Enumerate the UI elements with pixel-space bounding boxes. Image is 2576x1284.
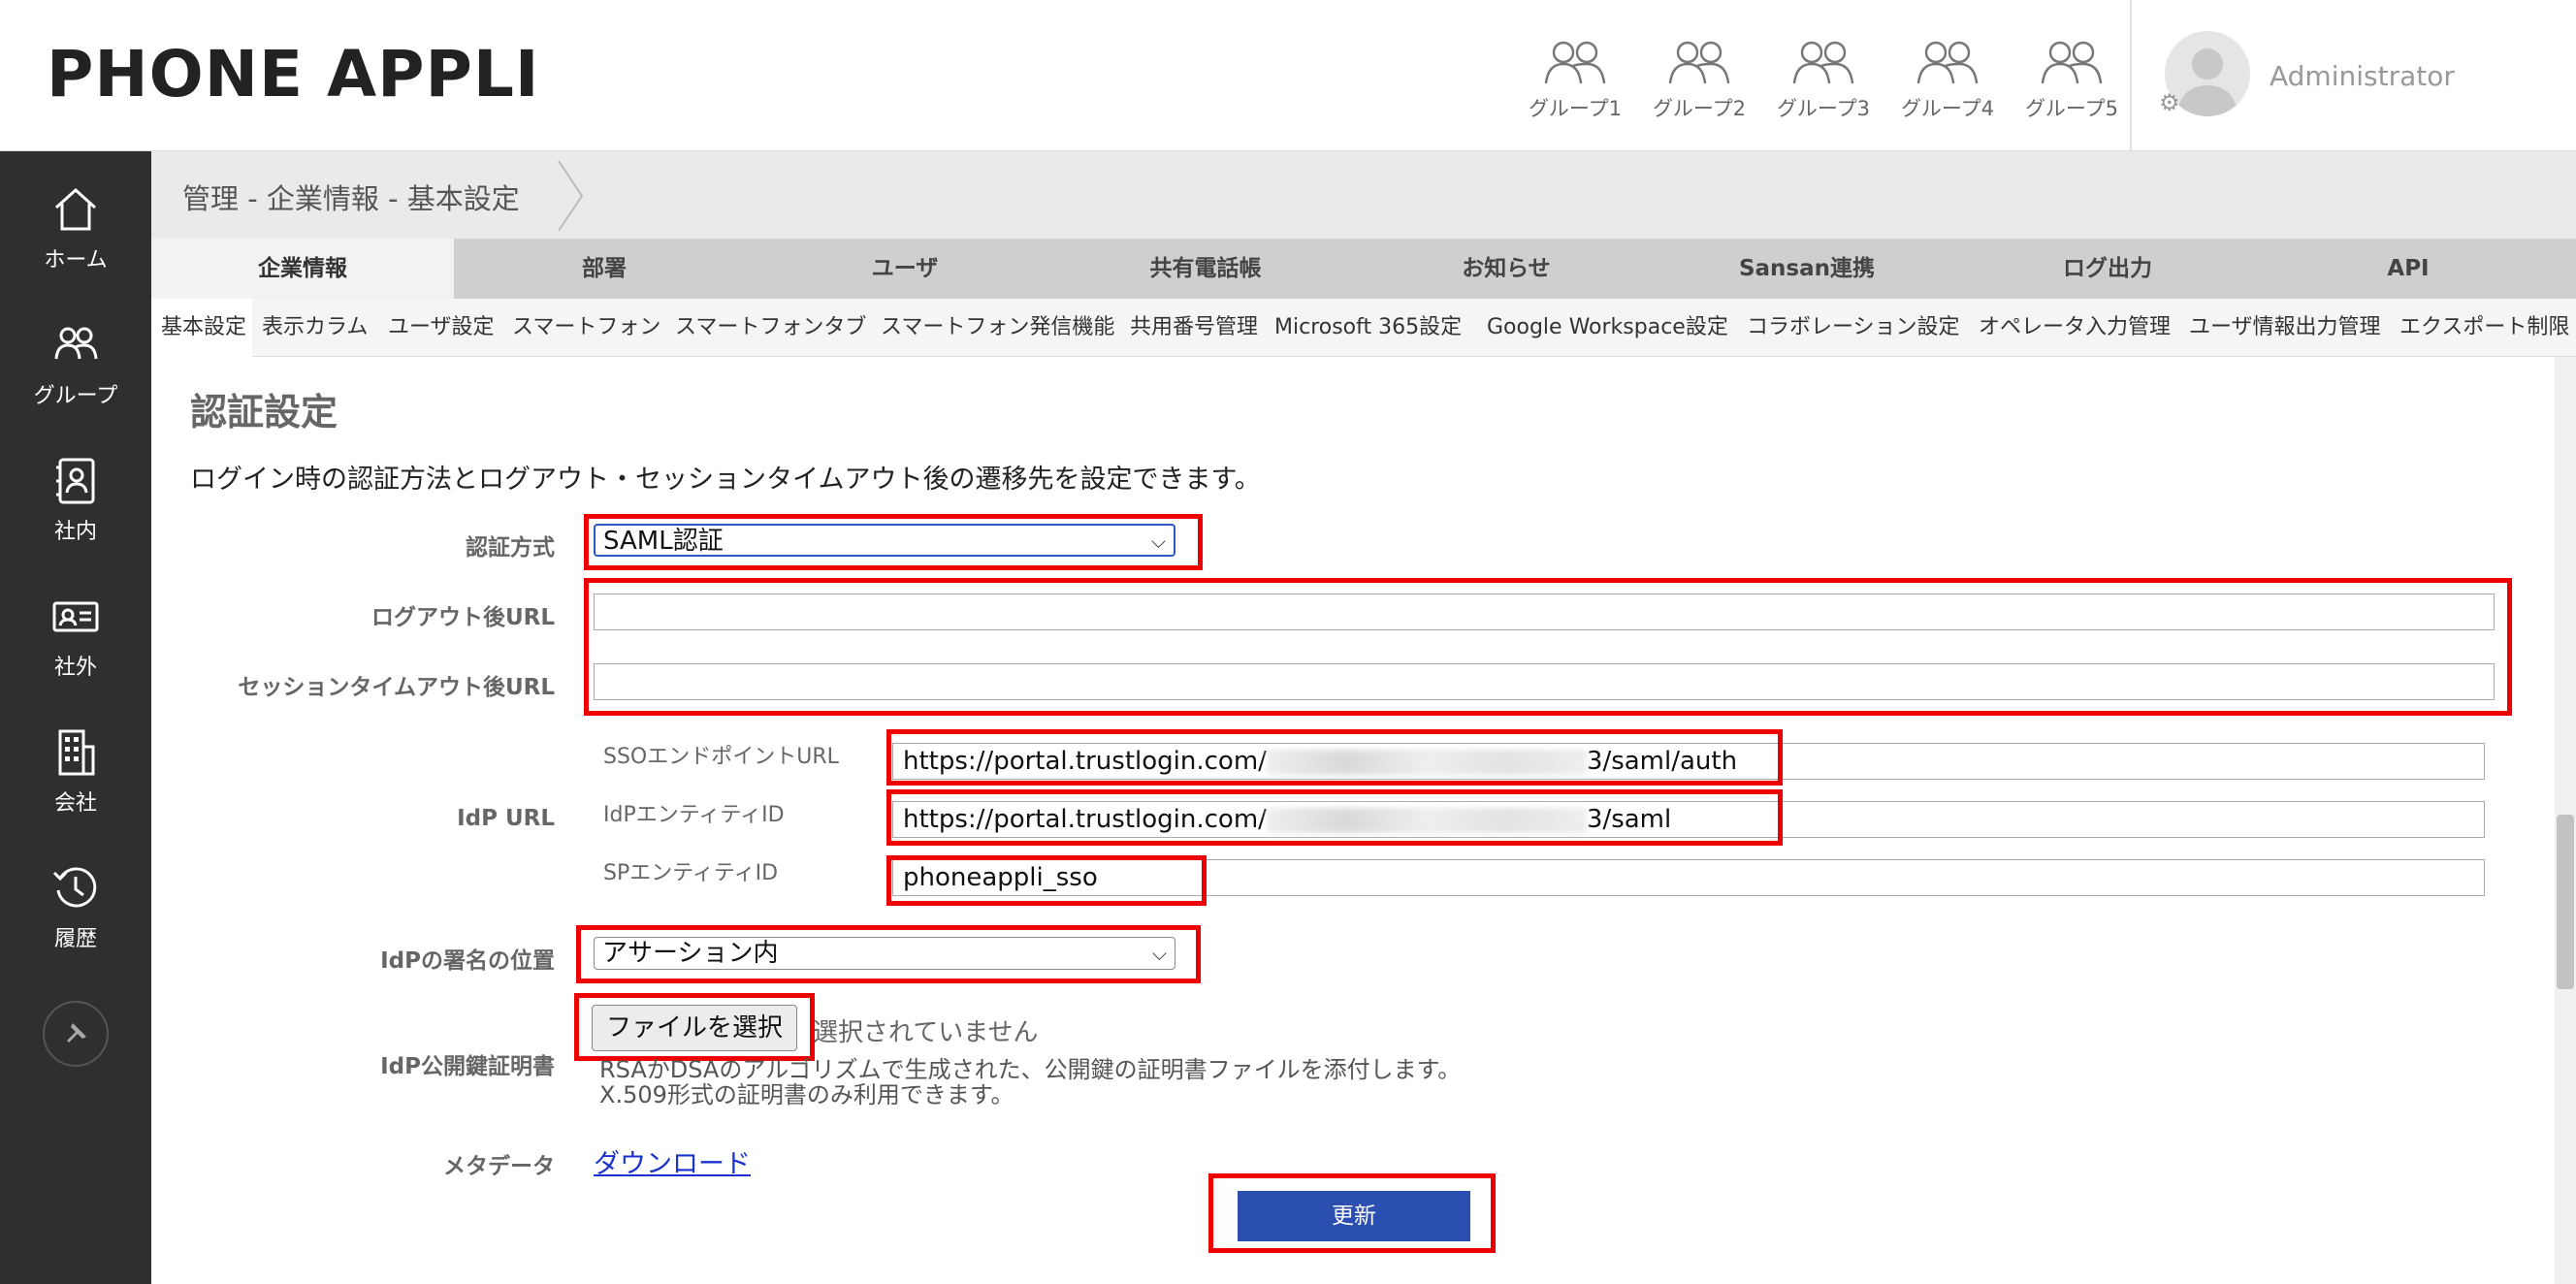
main-tabs: 企業情報 部署 ユーザ 共有電話帳 お知らせ Sansan連携 ログ出力 API	[151, 239, 2576, 299]
internal-contacts-icon	[56, 458, 95, 504]
breadcrumb-chevron-icon	[558, 160, 584, 232]
sp-entity-label: SPエンティティID	[603, 861, 779, 885]
group-shortcut-label: グループ4	[1900, 97, 1995, 120]
sidebar-item-external[interactable]: 社外	[0, 590, 151, 681]
group-shortcut-4[interactable]: グループ4	[1885, 37, 2010, 122]
subtab-smartphone-tab[interactable]: スマートフォンタブ	[675, 299, 866, 357]
group-icon	[1916, 41, 1979, 84]
user-name[interactable]: Administrator	[2270, 60, 2455, 92]
certificate-help: RSAかDSAのアルゴリズムで生成された、公開鍵の証明書ファイルを添付します。 …	[599, 1057, 1461, 1107]
tab-sansan[interactable]: Sansan連携	[1657, 239, 1957, 299]
idp-entity-label: IdPエンティティID	[603, 803, 785, 827]
subtab-export-restriction[interactable]: エクスポート制限	[2399, 299, 2569, 357]
signature-position-label: IdPの署名の位置	[380, 948, 555, 974]
app-logo[interactable]: PHONE APPLI	[47, 37, 539, 112]
sidebar-item-label: 社内	[53, 520, 97, 544]
highlight-box	[584, 514, 1203, 570]
group-icon	[2041, 41, 2103, 84]
group-shortcut-3[interactable]: グループ3	[1761, 37, 1885, 122]
pin-button[interactable]	[43, 1001, 109, 1067]
breadcrumb-bar: 管理 - 企業情報 - 基本設定	[151, 151, 2576, 239]
breadcrumb: 管理 - 企業情報 - 基本設定	[182, 182, 520, 215]
certificate-label: IdP公開鍵証明書	[380, 1054, 555, 1079]
highlight-box	[886, 855, 1207, 906]
external-contacts-icon	[52, 601, 99, 632]
tab-log-output[interactable]: ログ出力	[1957, 239, 2258, 299]
sidebar-item-label: 会社	[53, 791, 97, 816]
subtab-shared-numbers[interactable]: 共用番号管理	[1130, 299, 1258, 357]
tab-api[interactable]: API	[2258, 239, 2559, 299]
group-shortcut-2[interactable]: グループ2	[1637, 37, 1761, 122]
history-icon	[52, 867, 97, 908]
group-shortcut-5[interactable]: グループ5	[2010, 37, 2134, 122]
highlight-box	[886, 729, 1783, 786]
sidebar-item-label: グループ	[33, 384, 118, 408]
highlight-box	[886, 789, 1783, 846]
subtab-smartphone[interactable]: スマートフォン	[512, 299, 660, 357]
highlight-box	[584, 578, 2512, 716]
app-header: PHONE APPLI グループ1 グループ2 グループ3 グループ4 グループ…	[0, 0, 2576, 151]
logout-url-label: ログアウト後URL	[370, 605, 555, 630]
subtab-collaboration[interactable]: コラボレーション設定	[1747, 299, 1960, 357]
tab-shared-phonebook[interactable]: 共有電話帳	[1055, 239, 1356, 299]
highlight-box	[574, 993, 815, 1061]
subtab-smartphone-calling[interactable]: スマートフォン発信機能	[881, 299, 1114, 357]
subtab-operator-input[interactable]: オペレータ入力管理	[1979, 299, 2171, 357]
group-icon	[1544, 41, 1606, 84]
highlight-box	[576, 925, 1201, 983]
sidebar-item-label: 履歴	[53, 927, 97, 951]
sidebar-item-label: 社外	[53, 656, 97, 680]
sidebar: ホーム グループ 社内 社外 会社 履歴	[0, 151, 151, 1284]
pin-icon	[67, 1023, 86, 1043]
certificate-help-line: X.509形式の証明書のみ利用できます。	[599, 1081, 1014, 1108]
group-shortcut-label: グループ3	[1776, 97, 1871, 120]
metadata-label: メタデータ	[443, 1154, 555, 1179]
section-description: ログイン時の認証方法とログアウト・セッションタイムアウト後の遷移先を設定できます…	[190, 465, 1261, 495]
certificate-help-line: RSAかDSAのアルゴリズムで生成された、公開鍵の証明書ファイルを添付します。	[599, 1056, 1462, 1083]
sidebar-item-group[interactable]: グループ	[0, 318, 151, 409]
sub-tabs: 基本設定 表示カラム ユーザ設定 スマートフォン スマートフォンタブ スマートフ…	[151, 299, 2576, 357]
subtab-user-export[interactable]: ユーザ情報出力管理	[2189, 299, 2381, 357]
sidebar-item-home[interactable]: ホーム	[0, 182, 151, 273]
session-timeout-url-label: セッションタイムアウト後URL	[238, 675, 555, 700]
subtab-google-workspace[interactable]: Google Workspace設定	[1487, 299, 1728, 357]
sso-endpoint-label: SSOエンドポイントURL	[603, 745, 839, 769]
scrollbar-thumb[interactable]	[2557, 815, 2574, 989]
sidebar-item-company[interactable]: 会社	[0, 725, 151, 817]
subtab-basic-settings[interactable]: 基本設定	[151, 299, 252, 357]
header-divider	[2130, 0, 2132, 151]
tab-department[interactable]: 部署	[454, 239, 755, 299]
metadata-download-link[interactable]: ダウンロード	[594, 1142, 751, 1180]
subtab-user-settings[interactable]: ユーザ設定	[388, 299, 495, 357]
group-icon	[1668, 41, 1730, 84]
group-shortcut-1[interactable]: グループ1	[1513, 37, 1637, 122]
group-icon	[1792, 41, 1854, 84]
subtab-microsoft365[interactable]: Microsoft 365設定	[1274, 299, 1462, 357]
group-icon	[54, 327, 98, 360]
sidebar-item-label: ホーム	[44, 248, 108, 273]
sidebar-item-history[interactable]: 履歴	[0, 861, 151, 952]
highlight-box	[1208, 1173, 1496, 1253]
tab-user[interactable]: ユーザ	[755, 239, 1055, 299]
group-shortcut-label: グループ1	[1528, 97, 1623, 120]
sidebar-item-internal[interactable]: 社内	[0, 454, 151, 545]
group-shortcuts: グループ1 グループ2 グループ3 グループ4 グループ5	[1513, 37, 2134, 122]
home-icon	[54, 187, 97, 231]
tab-company-info[interactable]: 企業情報	[151, 239, 454, 299]
subtab-display-columns[interactable]: 表示カラム	[262, 299, 368, 357]
group-shortcut-label: グループ2	[1652, 97, 1747, 120]
tab-notices[interactable]: お知らせ	[1356, 239, 1657, 299]
file-status: 選択されていません	[813, 1018, 1039, 1047]
gear-icon[interactable]: ⚙	[2159, 89, 2180, 116]
idp-url-label: IdP URL	[457, 806, 555, 831]
section-title: 認証設定	[190, 391, 338, 433]
group-shortcut-label: グループ5	[2024, 97, 2119, 120]
auth-method-label: 認証方式	[466, 535, 555, 561]
company-building-icon	[58, 729, 95, 776]
